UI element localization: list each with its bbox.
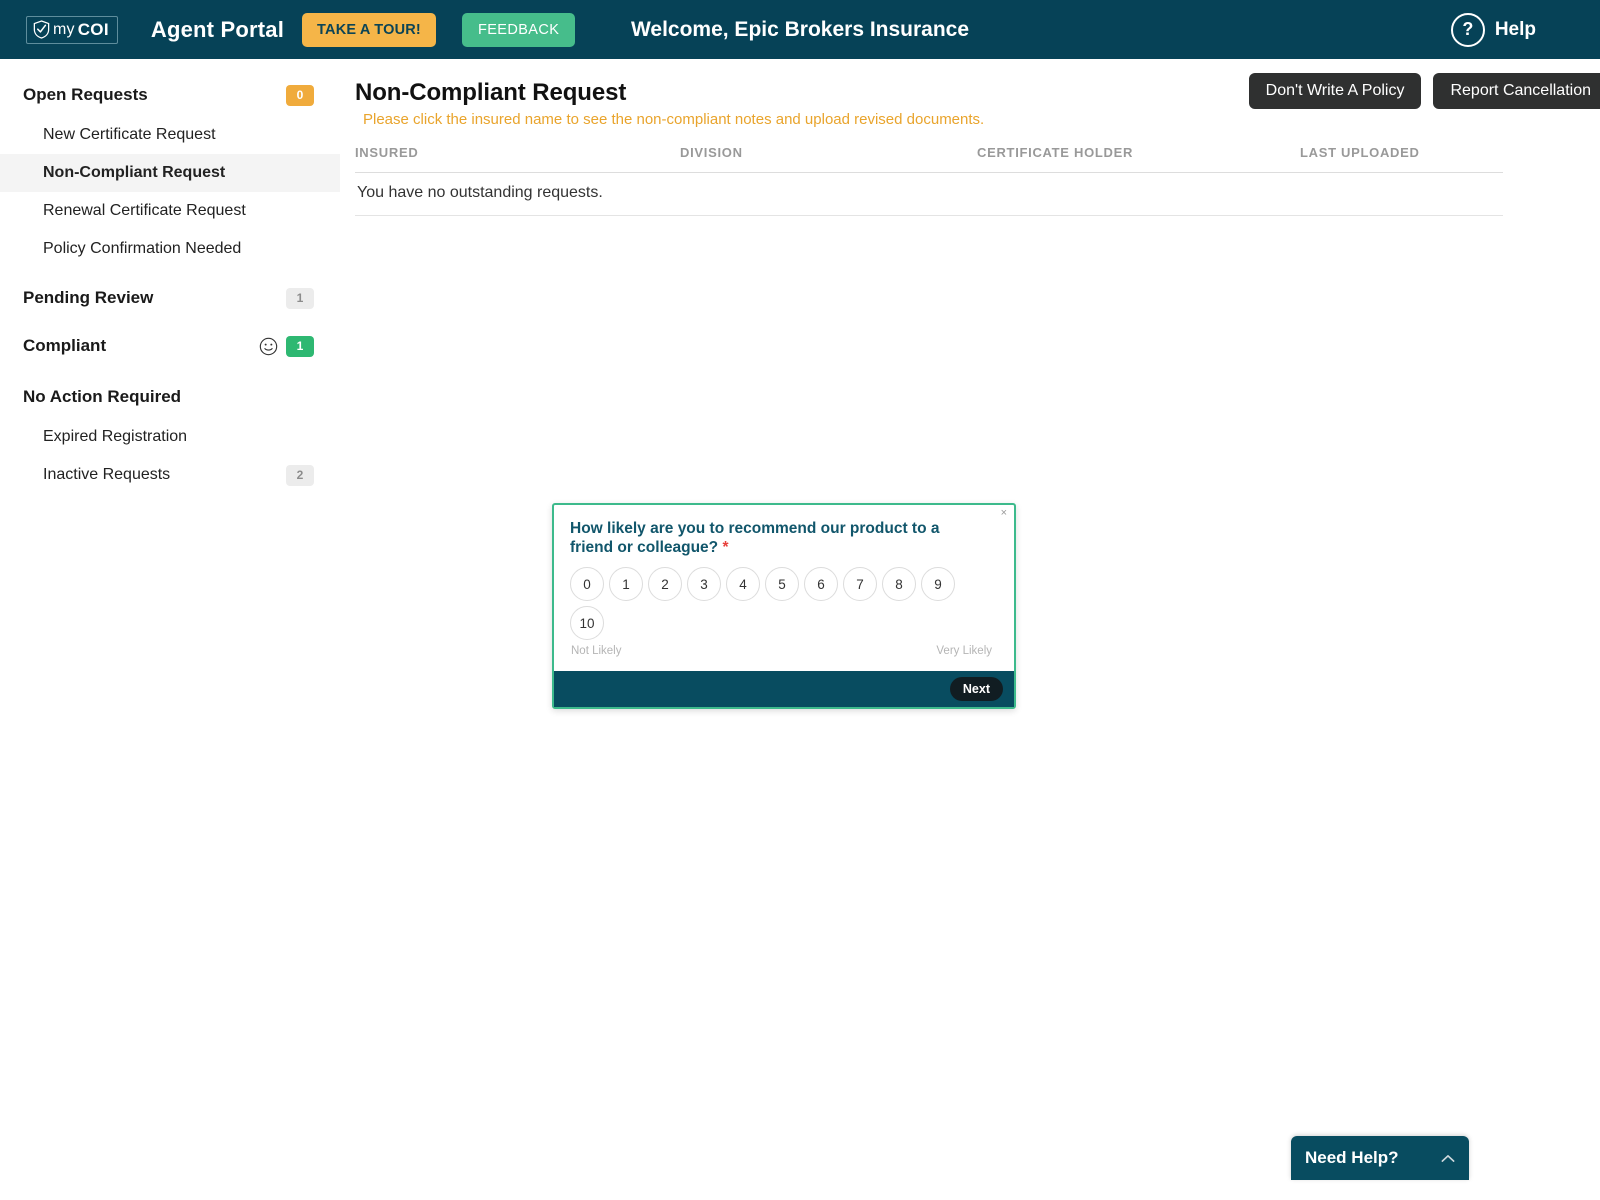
help-button[interactable]: ? Help — [1450, 0, 1536, 59]
table-column-certificate-holder[interactable]: CERTIFICATE HOLDER — [977, 145, 1300, 160]
feedback-button[interactable]: FEEDBACK — [461, 12, 576, 47]
nps-high-label: Very Likely — [936, 645, 992, 657]
survey-footer: Next — [554, 671, 1014, 707]
sidebar-group-label: Pending Review — [23, 288, 154, 307]
dont-write-a-policy-button[interactable]: Don't Write A Policy — [1248, 73, 1422, 109]
nps-scale-options: 0 1 2 3 4 5 6 7 8 9 10 — [570, 567, 990, 640]
nps-option-6[interactable]: 6 — [804, 567, 838, 601]
sidebar-group-label: No Action Required — [23, 387, 182, 406]
sidebar-item-label: Policy Confirmation Needed — [43, 240, 242, 257]
sidebar-item-label: Inactive Requests — [43, 466, 171, 483]
help-label: Help — [1494, 18, 1536, 40]
nps-option-4[interactable]: 4 — [726, 567, 760, 601]
top-header-bar: my COI Agent Portal TAKE A TOUR! FEEDBACK… — [0, 0, 1600, 59]
chevron-up-icon[interactable] — [1441, 1154, 1455, 1163]
table-column-last-uploaded[interactable]: LAST UPLOADED — [1300, 145, 1503, 160]
logo-text-coi: COI — [77, 19, 109, 39]
sidebar-item-inactive-requests[interactable]: Inactive Requests 2 — [0, 456, 340, 494]
sidebar-item-non-compliant-request[interactable]: Non-Compliant Request — [0, 154, 340, 192]
close-icon[interactable]: × — [1001, 508, 1007, 519]
table-column-division[interactable]: DIVISION — [680, 145, 977, 160]
sidebar-item-renewal-certificate-request[interactable]: Renewal Certificate Request — [0, 192, 340, 230]
sidebar-group-compliant[interactable]: Compliant 1 — [0, 325, 340, 367]
survey-next-button[interactable]: Next — [949, 677, 1003, 701]
sidebar-badge-open-requests: 0 — [286, 84, 314, 106]
sidebar-group-label: Compliant — [23, 336, 107, 355]
table-header-row: INSURED DIVISION CERTIFICATE HOLDER LAST… — [355, 145, 1503, 173]
sidebar-group-pending-review[interactable]: Pending Review 1 — [0, 277, 340, 319]
sidebar-item-label: Renewal Certificate Request — [43, 202, 246, 219]
sidebar-group-label: Open Requests — [23, 85, 148, 104]
nps-option-3[interactable]: 3 — [687, 567, 721, 601]
nps-scale-labels: Not Likely Very Likely — [571, 645, 992, 657]
nps-option-9[interactable]: 9 — [921, 567, 955, 601]
survey-question-text: How likely are you to recommend our prod… — [570, 520, 940, 556]
nps-option-7[interactable]: 7 — [843, 567, 877, 601]
table-column-insured[interactable]: INSURED — [355, 145, 680, 160]
survey-question: How likely are you to recommend our prod… — [570, 520, 970, 557]
sidebar-item-new-certificate-request[interactable]: New Certificate Request — [0, 116, 340, 154]
sidebar-item-label: Expired Registration — [43, 428, 188, 445]
nps-option-1[interactable]: 1 — [609, 567, 643, 601]
sidebar-badge-inactive-requests: 2 — [286, 464, 314, 486]
need-help-widget[interactable]: Need Help? — [1291, 1136, 1469, 1180]
requests-table: INSURED DIVISION CERTIFICATE HOLDER LAST… — [355, 145, 1503, 216]
nps-option-5[interactable]: 5 — [765, 567, 799, 601]
smiley-face-icon — [259, 337, 278, 355]
required-marker: * — [722, 538, 729, 556]
take-a-tour-button[interactable]: TAKE A TOUR! — [302, 12, 436, 47]
shield-check-icon — [33, 20, 50, 39]
sidebar-item-policy-confirmation-needed[interactable]: Policy Confirmation Needed — [0, 230, 340, 268]
portal-title: Agent Portal — [150, 16, 285, 42]
nps-survey-modal: × How likely are you to recommend our pr… — [552, 503, 1016, 709]
page-action-buttons: Don't Write A Policy Report Cancellation — [1248, 73, 1600, 109]
sidebar-item-expired-registration[interactable]: Expired Registration — [0, 418, 340, 456]
sidebar-item-label: Non-Compliant Request — [43, 164, 226, 181]
nps-low-label: Not Likely — [571, 645, 622, 657]
sidebar-badge-pending-review: 1 — [286, 287, 314, 309]
page-instruction-note: Please click the insured name to see the… — [363, 111, 985, 128]
table-empty-row: You have no outstanding requests. — [355, 173, 1503, 216]
sidebar-badge-compliant: 1 — [286, 335, 314, 357]
nps-option-2[interactable]: 2 — [648, 567, 682, 601]
sidebar-navigation: Open Requests 0 New Certificate Request … — [0, 59, 340, 1200]
question-mark-icon: ? — [1450, 12, 1485, 47]
page-title: Non-Compliant Request — [355, 79, 627, 106]
sidebar-group-no-action-required[interactable]: No Action Required — [0, 376, 340, 418]
need-help-label: Need Help? — [1305, 1148, 1399, 1167]
nps-option-10[interactable]: 10 — [570, 606, 604, 640]
nps-option-0[interactable]: 0 — [570, 567, 604, 601]
report-cancellation-button[interactable]: Report Cancellation — [1433, 73, 1600, 109]
nps-option-8[interactable]: 8 — [882, 567, 916, 601]
mycoi-logo[interactable]: my COI — [26, 15, 118, 44]
sidebar-group-open-requests[interactable]: Open Requests 0 — [0, 74, 340, 116]
sidebar-item-label: New Certificate Request — [43, 126, 216, 143]
logo-text-my: my — [53, 20, 75, 38]
